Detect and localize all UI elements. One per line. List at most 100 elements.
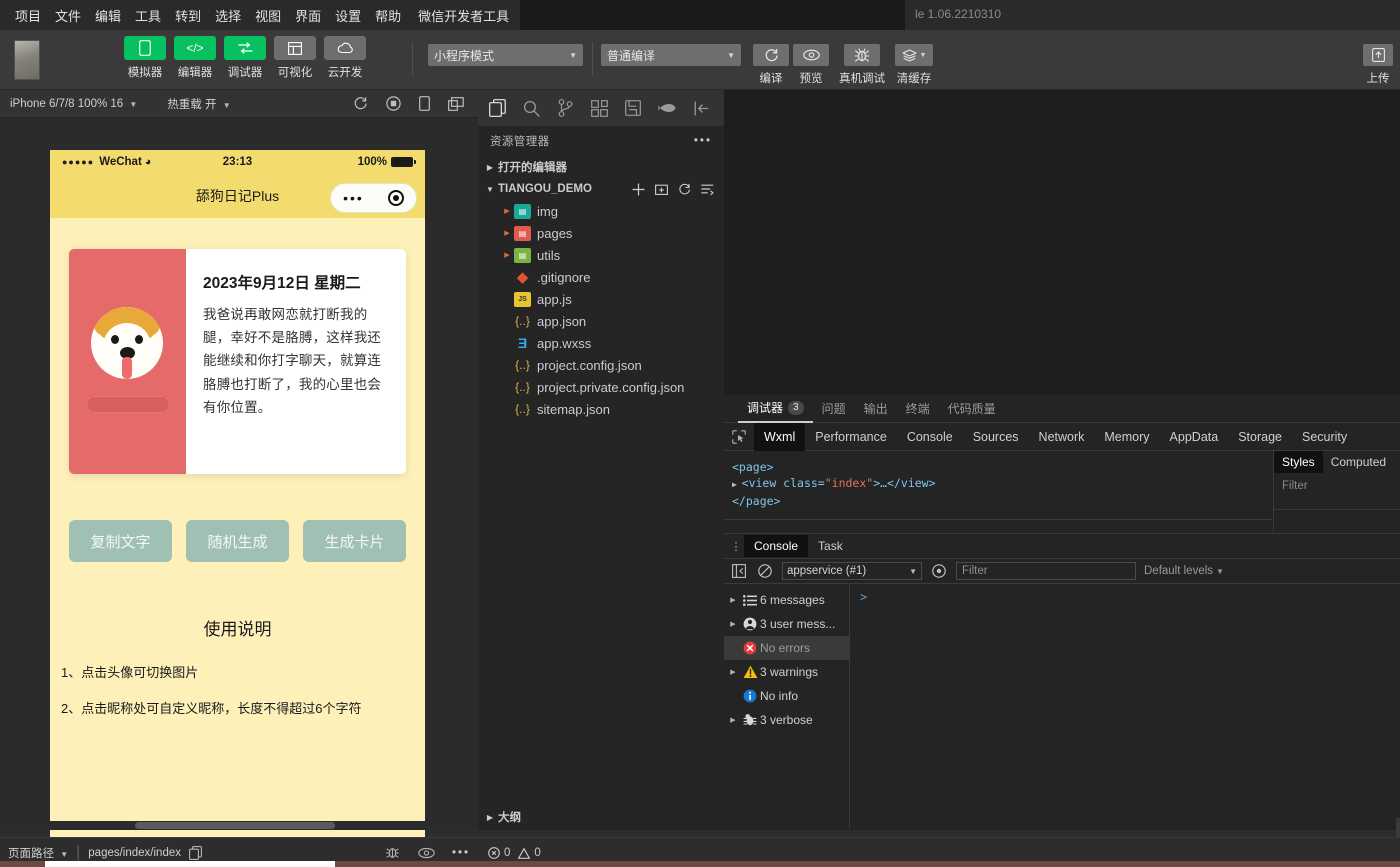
- source-control-icon[interactable]: [548, 91, 582, 125]
- tab-appdata[interactable]: AppData: [1160, 423, 1229, 451]
- tab-performance[interactable]: Performance: [805, 423, 897, 451]
- chevron-right-icon[interactable]: ▶: [726, 620, 740, 628]
- tree-item-app-js[interactable]: ▶ JS app.js: [478, 288, 724, 310]
- tab-sources[interactable]: Sources: [963, 423, 1029, 451]
- menu-item-view[interactable]: 视图: [248, 3, 288, 28]
- menu-item-file[interactable]: 文件: [48, 3, 88, 28]
- styles-filter-input[interactable]: Filter: [1274, 480, 1400, 492]
- files-icon[interactable]: [480, 91, 514, 125]
- taskbar-active-window[interactable]: [45, 861, 335, 867]
- tab-code-quality[interactable]: 代码质量: [939, 395, 1005, 423]
- tab-memory[interactable]: Memory: [1094, 423, 1159, 451]
- tab-wxml[interactable]: Wxml: [754, 422, 806, 451]
- tab-styles[interactable]: Styles: [1274, 451, 1323, 473]
- tab-problems[interactable]: 问题: [813, 395, 855, 423]
- bug-icon[interactable]: [385, 846, 400, 860]
- generate-card-button[interactable]: 生成卡片: [303, 520, 406, 562]
- tab-console-main[interactable]: Console: [897, 423, 963, 451]
- tree-item-project-config[interactable]: ▶ {..} project.config.json: [478, 354, 724, 376]
- chevron-right-icon[interactable]: ▶: [726, 716, 740, 724]
- refresh-icon[interactable]: [353, 96, 368, 111]
- simulator-horizontal-scrollbar[interactable]: [0, 821, 478, 830]
- eye-icon[interactable]: [418, 847, 435, 859]
- console-output-area[interactable]: >: [850, 584, 1400, 829]
- live-expression-icon[interactable]: [930, 564, 948, 578]
- tree-item-pages[interactable]: ▶ ▤ pages: [478, 222, 724, 244]
- record-icon[interactable]: [386, 96, 401, 111]
- tab-task[interactable]: Task: [808, 535, 853, 557]
- mode-button-visual[interactable]: 可视化: [274, 36, 316, 80]
- project-section[interactable]: ▼ TIANGOU_DEMO: [478, 178, 724, 200]
- ellipsis-icon[interactable]: •••: [452, 847, 470, 859]
- upload-button[interactable]: [1363, 44, 1393, 66]
- menu-item-select[interactable]: 选择: [208, 3, 248, 28]
- extensions-icon[interactable]: [582, 91, 616, 125]
- wxml-line-2[interactable]: ▶ <view class="index">…</view>: [732, 475, 1272, 493]
- mode-button-simulator[interactable]: 模拟器: [124, 36, 166, 80]
- collapse-all-icon[interactable]: [701, 183, 714, 196]
- scrollbar-thumb[interactable]: [135, 822, 335, 829]
- mode-button-editor[interactable]: </> 编辑器: [174, 36, 216, 80]
- shiba-dog-icon[interactable]: [91, 307, 163, 379]
- real-device-debug-button[interactable]: [844, 44, 880, 66]
- mode-select[interactable]: 小程序模式 ▼: [428, 44, 583, 66]
- search-icon[interactable]: [514, 91, 548, 125]
- tab-computed[interactable]: Computed: [1323, 451, 1394, 473]
- toggle-sidebar-icon[interactable]: [730, 564, 748, 578]
- compile-button[interactable]: [753, 44, 789, 66]
- tree-item-sitemap-json[interactable]: ▶ {..} sitemap.json: [478, 398, 724, 420]
- multiscreen-icon[interactable]: [448, 96, 464, 111]
- tree-item-app-wxss[interactable]: ▶ Ǝ app.wxss: [478, 332, 724, 354]
- message-filter-verbose[interactable]: ▶ 3 verbose: [724, 708, 849, 732]
- rotate-icon[interactable]: [419, 96, 430, 111]
- tab-terminal[interactable]: 终端: [897, 395, 939, 423]
- chevron-right-icon[interactable]: ▶: [726, 596, 740, 604]
- mode-button-debugger[interactable]: 调试器: [224, 36, 266, 80]
- compile-select[interactable]: 普通编译 ▼: [601, 44, 741, 66]
- tree-item-utils[interactable]: ▶ ▤ utils: [478, 244, 724, 266]
- mode-button-cloud[interactable]: 云开发: [324, 36, 366, 80]
- menu-item-help[interactable]: 帮助: [368, 3, 408, 28]
- tree-item-img[interactable]: ▶ ▤ img: [478, 200, 724, 222]
- save-icon[interactable]: [616, 91, 650, 125]
- tab-output[interactable]: 输出: [855, 395, 897, 423]
- ellipsis-icon[interactable]: •••: [694, 135, 712, 147]
- clear-cache-button[interactable]: ▼: [895, 44, 933, 66]
- menu-item-interface[interactable]: 界面: [288, 3, 328, 28]
- message-filter-user[interactable]: ▶ 3 user mess...: [724, 612, 849, 636]
- tree-item-app-json[interactable]: ▶ {..} app.json: [478, 310, 724, 332]
- message-filter-errors[interactable]: ▶ No errors: [724, 636, 849, 660]
- wechat-capsule[interactable]: •••: [330, 183, 417, 213]
- page-path-selector[interactable]: 页面路径 ▼: [8, 845, 68, 861]
- hot-reload-selector[interactable]: 热重载 开 ▼: [167, 96, 230, 112]
- menu-item-settings[interactable]: 设置: [328, 3, 368, 28]
- menu-item-project[interactable]: 项目: [8, 3, 48, 28]
- new-file-icon[interactable]: [632, 182, 645, 196]
- chevron-right-icon[interactable]: ▶: [726, 668, 740, 676]
- tab-storage[interactable]: Storage: [1228, 423, 1292, 451]
- tab-security[interactable]: Security: [1292, 423, 1357, 451]
- message-filter-warnings[interactable]: ▶ 3 warnings: [724, 660, 849, 684]
- avatar[interactable]: [14, 40, 40, 80]
- chevron-right-icon[interactable]: ▶: [732, 480, 742, 489]
- tree-item-project-private-config[interactable]: ▶ {..} project.private.config.json: [478, 376, 724, 398]
- nickname-input[interactable]: [86, 396, 170, 413]
- console-filter-input[interactable]: Filter: [956, 562, 1136, 580]
- inspect-element-icon[interactable]: [724, 423, 754, 451]
- preview-button[interactable]: [793, 44, 829, 66]
- copy-text-button[interactable]: 复制文字: [69, 520, 172, 562]
- device-selector[interactable]: iPhone 6/7/8 100% 16 ▼: [10, 98, 137, 110]
- console-levels-select[interactable]: Default levels ▼: [1144, 565, 1224, 577]
- random-generate-button[interactable]: 随机生成: [186, 520, 289, 562]
- tab-debugger[interactable]: 调试器 3: [738, 395, 813, 423]
- new-folder-icon[interactable]: [655, 183, 668, 196]
- clear-console-icon[interactable]: [756, 564, 774, 578]
- refresh-icon[interactable]: [678, 183, 691, 196]
- problems-summary[interactable]: 0 0: [488, 847, 541, 859]
- menu-item-edit[interactable]: 编辑: [88, 3, 128, 28]
- target-icon[interactable]: [387, 190, 404, 206]
- tab-console[interactable]: Console: [744, 535, 809, 557]
- menu-item-goto[interactable]: 转到: [168, 3, 208, 28]
- tab-network[interactable]: Network: [1029, 423, 1095, 451]
- outline-section[interactable]: ▶ 大纲: [478, 804, 724, 830]
